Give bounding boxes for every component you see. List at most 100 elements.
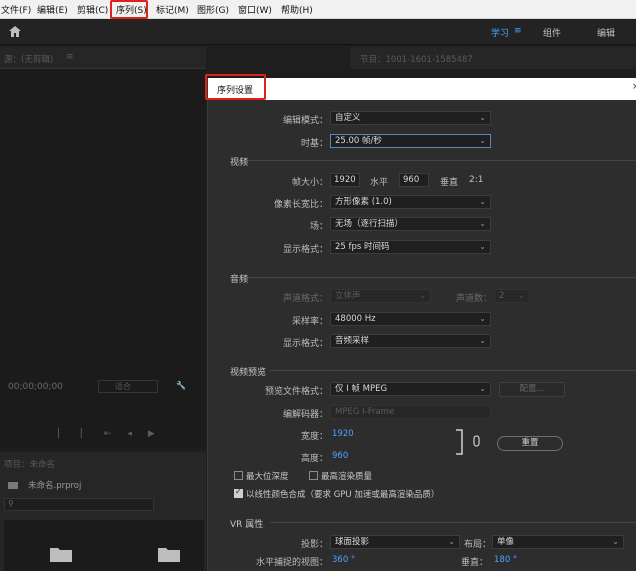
configure-button[interactable]: 配置... — [499, 382, 565, 397]
menu-clip[interactable]: 剪辑(C) — [77, 3, 108, 16]
menu-graphics[interactable]: 图形(G) — [197, 3, 229, 16]
preview-height-value[interactable]: 960 — [332, 451, 348, 461]
channel-format-label: 声道格式： — [282, 294, 328, 304]
channels-label: 声道数： — [456, 294, 493, 304]
fields-dropdown[interactable]: 无场（逐行扫描） ⌄ — [330, 217, 491, 231]
pixel-aspect-value: 方形像素 (1.0) — [335, 197, 392, 207]
close-icon[interactable]: × — [632, 82, 636, 92]
edit-mode-label: 编辑模式： — [282, 116, 328, 126]
max-bit-depth-checkbox[interactable] — [234, 471, 243, 480]
chevron-down-icon: ⌄ — [479, 384, 486, 393]
chevron-down-icon: ⌄ — [479, 113, 486, 122]
sample-rate-label: 采样率： — [291, 317, 328, 327]
audio-display-format-label: 显示格式： — [282, 339, 328, 349]
project-search-input[interactable]: ⚲ — [4, 498, 154, 511]
frame-height-value: 960 — [403, 175, 420, 185]
edit-mode-dropdown[interactable]: 自定义 ⌄ — [330, 111, 491, 125]
audio-display-format-value: 音频采样 — [335, 336, 370, 346]
folder-small-icon — [8, 482, 18, 489]
video-display-format-dropdown[interactable]: 25 fps 时间码 ⌄ — [330, 240, 491, 254]
chevron-down-icon: ⌄ — [479, 336, 486, 345]
divider — [248, 160, 636, 161]
horizontal-label: 水平 — [370, 178, 389, 188]
timebase-dropdown[interactable]: 25.00 帧/秒 ⌄ — [330, 134, 491, 148]
pixel-aspect-dropdown[interactable]: 方形像素 (1.0) ⌄ — [330, 195, 491, 209]
linear-color-label: 以线性颜色合成（要求 GPU 加速或最高渲染品质） — [246, 490, 440, 500]
frame-height-input[interactable]: 960 — [399, 173, 429, 187]
video-display-format-label: 显示格式： — [282, 245, 328, 255]
source-monitor: 00;00;00;00 适合 🔧 ▏▏⇤◂▶ — [0, 69, 206, 449]
channels-dropdown[interactable]: 2 ⌄ — [494, 289, 530, 303]
channels-value: 2 — [499, 291, 505, 301]
projection-label: 投影： — [300, 540, 328, 550]
search-icon: ⚲ — [8, 499, 14, 508]
channel-format-value: 立体声 — [335, 291, 361, 301]
project-panel-title[interactable]: 项目：未命名 — [4, 458, 55, 470]
layout-dropdown[interactable]: 单像 ⌄ — [492, 535, 624, 549]
channel-format-dropdown[interactable]: 立体声 ⌄ — [330, 289, 431, 303]
configure-label: 配置... — [519, 384, 545, 394]
max-render-quality-checkbox[interactable] — [309, 471, 318, 480]
project-panel: 项目：未命名 未命名.prproj ⚲ — [0, 452, 206, 571]
horizontal-view-value[interactable]: 360 ° — [332, 555, 355, 565]
divider — [248, 277, 636, 278]
workspace-bar: 学习 ≡ 组件 编辑 — [0, 19, 636, 45]
timebase-value: 25.00 帧/秒 — [335, 136, 382, 146]
folder-icon[interactable] — [158, 546, 180, 562]
preview-format-dropdown[interactable]: 仅 I 帧 MPEG ⌄ — [330, 382, 491, 396]
linear-color-checkbox[interactable] — [234, 487, 243, 498]
menu-window[interactable]: 窗口(W) — [238, 3, 272, 16]
fit-label: 适合 — [115, 382, 131, 391]
reset-button[interactable]: 重置 — [497, 436, 563, 451]
menu-marker[interactable]: 标记(M) — [156, 3, 189, 16]
sample-rate-dropdown[interactable]: 48000 Hz ⌄ — [330, 312, 491, 326]
workspace-learning[interactable]: 学习 — [491, 26, 509, 39]
projection-dropdown[interactable]: 球面投影 ⌄ — [330, 535, 460, 549]
chevron-down-icon: ⌄ — [612, 537, 619, 546]
transport-controls[interactable]: ▏▏⇤◂▶ — [58, 429, 188, 441]
frame-width-value: 1920 — [334, 175, 356, 185]
layout-value: 单像 — [497, 537, 515, 547]
link-icon[interactable] — [473, 435, 481, 447]
home-icon[interactable] — [9, 26, 21, 37]
chevron-down-icon: ⌄ — [479, 219, 486, 228]
workspace-assembly[interactable]: 组件 — [543, 26, 561, 39]
source-panel-title[interactable]: 源：(无剪辑) — [4, 53, 53, 65]
dialog-title-highlight — [205, 74, 266, 100]
sample-rate-value: 48000 Hz — [335, 314, 376, 324]
chevron-down-icon: ⌄ — [479, 136, 486, 145]
program-panel-title[interactable]: 节目：1001-1601-1585487 — [360, 53, 473, 65]
timebase-label: 时基： — [300, 139, 328, 149]
preview-width-value[interactable]: 1920 — [332, 429, 354, 439]
reset-label: 重置 — [521, 438, 539, 448]
menu-help[interactable]: 帮助(H) — [281, 3, 313, 16]
link-bracket-icon — [456, 429, 463, 455]
sequence-menu-highlight — [110, 0, 148, 19]
menu-edit[interactable]: 编辑(E) — [37, 3, 68, 16]
vertical-view-value[interactable]: 180 ° — [494, 555, 517, 565]
folder-icon[interactable] — [50, 546, 72, 562]
width-label: 宽度： — [300, 432, 328, 442]
video-display-format-value: 25 fps 时间码 — [335, 242, 390, 252]
workspace-editing[interactable]: 编辑 — [597, 26, 615, 39]
menu-file[interactable]: 文件(F) — [1, 3, 31, 16]
settings-icon[interactable]: 🔧 — [176, 381, 186, 390]
audio-display-format-dropdown[interactable]: 音频采样 ⌄ — [330, 334, 491, 348]
max-render-quality-label: 最高渲染质量 — [321, 472, 373, 482]
codec-field: MPEG I-Frame — [330, 405, 491, 419]
workspace-menu-icon[interactable]: ≡ — [514, 26, 522, 36]
preview-format-value: 仅 I 帧 MPEG — [335, 384, 388, 394]
chevron-down-icon: ⌄ — [419, 291, 426, 300]
frame-width-input[interactable]: 1920 — [330, 173, 360, 187]
height-label: 高度： — [300, 454, 328, 464]
horizontal-view-label: 水平捕捉的视图： — [255, 558, 328, 568]
projection-value: 球面投影 — [335, 537, 370, 547]
project-file-name[interactable]: 未命名.prproj — [28, 479, 81, 491]
chevron-down-icon: ⌄ — [448, 537, 455, 546]
fit-dropdown[interactable]: 适合 — [98, 380, 158, 393]
source-timecode[interactable]: 00;00;00;00 — [8, 382, 63, 392]
panel-menu-icon[interactable]: ≡ — [66, 52, 74, 62]
chevron-down-icon: ⌄ — [479, 197, 486, 206]
sequence-settings-dialog: 序列设置 × 编辑模式： 自定义 ⌄ 时基： 25.00 帧/秒 ⌄ 视频 帧大小：… — [205, 74, 636, 571]
vr-section-title: VR 属性 — [230, 520, 264, 530]
